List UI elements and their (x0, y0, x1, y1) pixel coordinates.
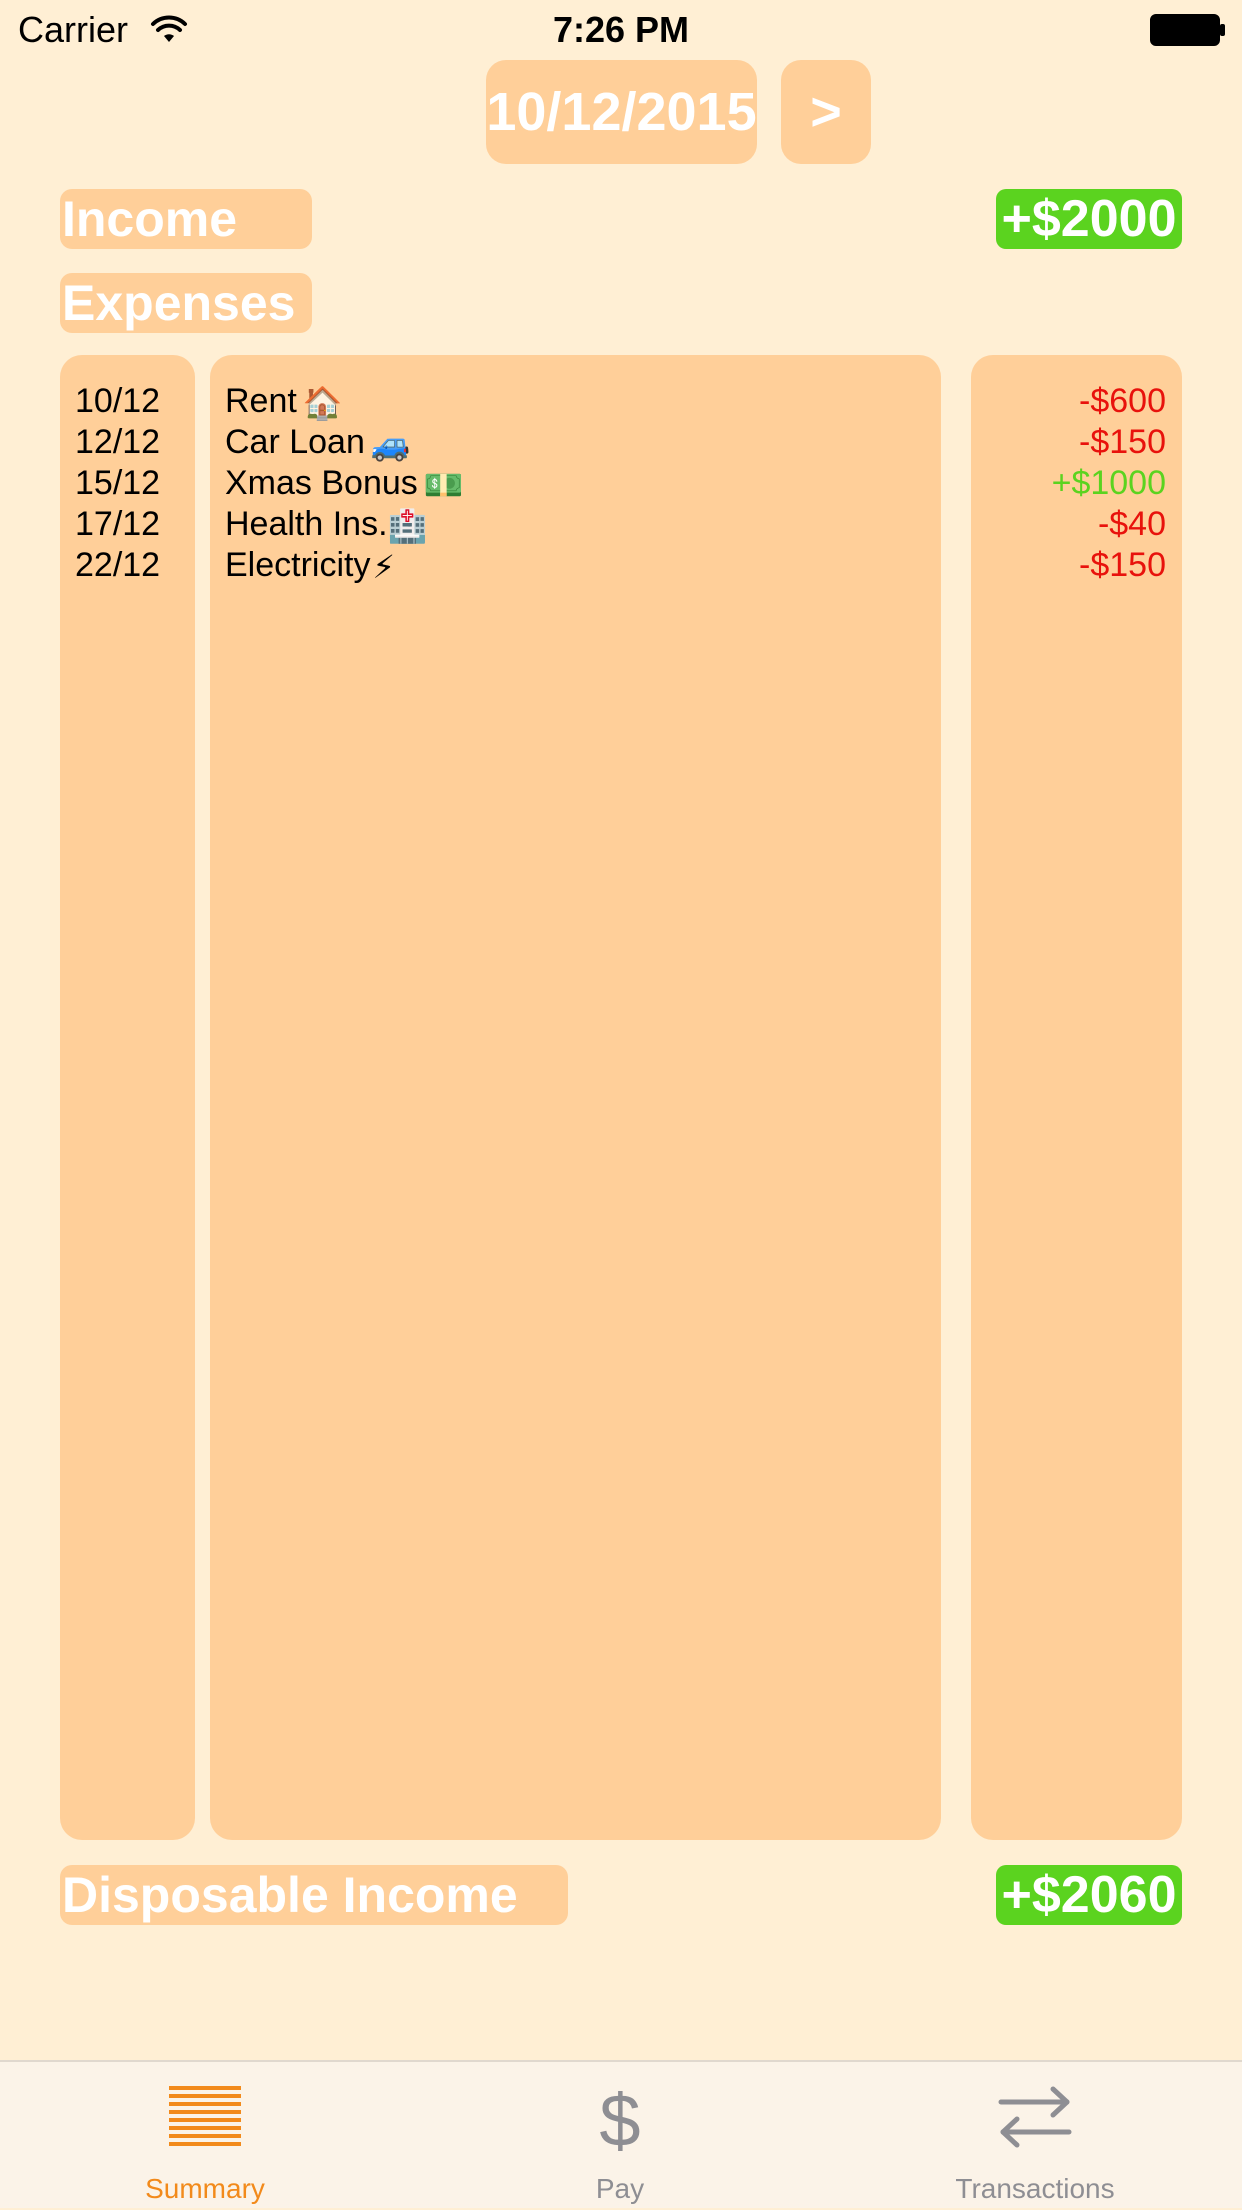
car-icon: 🚙 (370, 425, 411, 462)
expense-date: 10/12 (75, 382, 161, 420)
disposable-income-label: Disposable Income (60, 1865, 568, 1925)
transfer-arrows-icon (998, 2086, 1072, 2148)
list-item[interactable]: Electricity⚡ (225, 545, 395, 588)
expense-date-column: 10/12 12/12 15/12 17/12 22/12 (60, 355, 195, 1840)
expense-description: Xmas Bonus (225, 464, 418, 502)
expense-description-column: Rent 🏠 Car Loan 🚙 Xmas Bonus 💵 Health Ins.🏥… (210, 355, 941, 1840)
tab-transactions[interactable]: Transactions (885, 2062, 1185, 2210)
expense-description: Car Loan (225, 423, 365, 461)
dollar-icon: $ (599, 2084, 640, 2156)
house-icon: 🏠 (302, 384, 343, 421)
tab-pay-label: Pay (595, 2173, 645, 2204)
tab-bar: Summary $ Pay Transactions (0, 2060, 1242, 2208)
income-amount: +$2000 (996, 189, 1182, 249)
expense-date: 12/12 (75, 423, 161, 461)
disposable-income-amount: +$2060 (996, 1865, 1182, 1925)
expense-amount: -$150 (1079, 546, 1166, 584)
list-item[interactable]: Car Loan 🚙 (225, 422, 411, 465)
lightning-icon: ⚡ (372, 548, 395, 585)
expense-amount-column: -$600 -$150 +$1000 -$40 -$150 (971, 355, 1182, 1840)
next-date-button[interactable]: > (781, 60, 871, 164)
expense-date: 22/12 (75, 546, 161, 584)
tab-summary-label: Summary (145, 2173, 265, 2204)
battery-icon (1150, 14, 1225, 46)
list-item[interactable]: Xmas Bonus 💵 (225, 463, 464, 506)
expense-date: 17/12 (75, 505, 161, 543)
list-item[interactable]: Rent 🏠 (225, 381, 343, 424)
svg-text:$: $ (599, 2084, 640, 2156)
tab-summary[interactable]: Summary (105, 2062, 305, 2210)
money-icon: 💵 (423, 466, 464, 503)
list-item[interactable]: Health Ins.🏥 (225, 504, 427, 547)
tab-transactions-label: Transactions (955, 2173, 1115, 2204)
expenses-label: Expenses (60, 273, 312, 333)
expense-amount: -$40 (1097, 505, 1166, 543)
hospital-icon: 🏥 (387, 507, 428, 544)
expense-date: 15/12 (75, 464, 161, 502)
current-date-label[interactable]: 10/12/2015 (486, 60, 757, 164)
status-bar: Carrier 7:26 PM (0, 0, 1242, 60)
income-label: Income (60, 189, 312, 249)
expense-description: Electricity (225, 546, 371, 584)
clock: 7:26 PM (552, 9, 690, 50)
expense-amount: -$600 (1079, 382, 1166, 420)
expense-amount: -$150 (1079, 423, 1166, 461)
expense-description: Health Ins. (225, 505, 388, 543)
expense-description: Rent (225, 382, 297, 420)
summary-lines-icon (169, 2086, 241, 2146)
expense-amount: +$1000 (1051, 464, 1166, 502)
tab-pay[interactable]: $ Pay (520, 2062, 720, 2210)
